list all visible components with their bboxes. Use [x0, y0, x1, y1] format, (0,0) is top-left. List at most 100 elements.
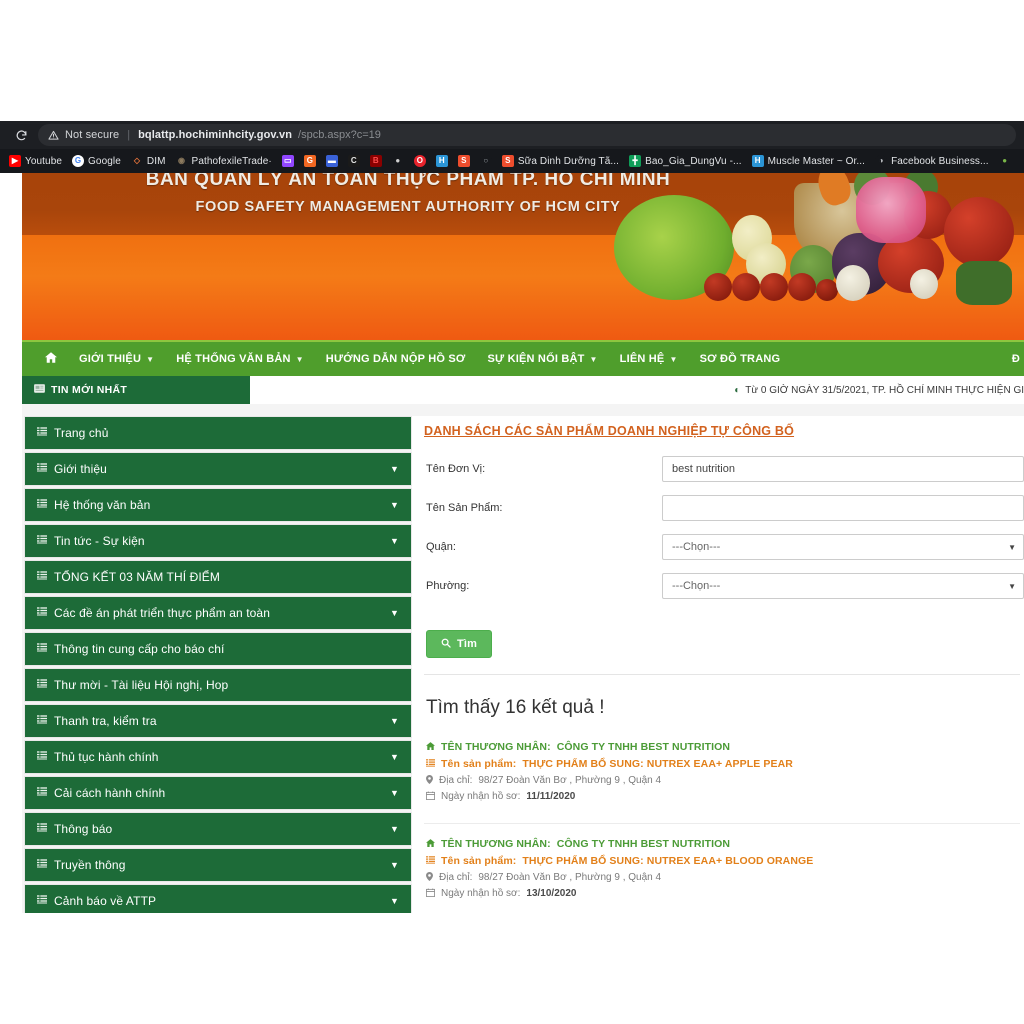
unit-name-input[interactable]: [662, 456, 1024, 482]
sidebar-item-label: Tin tức - Sự kiện: [54, 534, 145, 548]
bookmark-item[interactable]: ◑ Facebook Business...: [870, 151, 994, 171]
bookmark-item[interactable]: ●: [387, 151, 409, 171]
list-icon: [37, 751, 47, 763]
result-merchant-prefix: TÊN THƯƠNG NHÂN:: [441, 741, 551, 753]
reload-icon[interactable]: [8, 129, 34, 142]
sidebar-item[interactable]: Hệ thống văn bản ▼: [24, 488, 412, 522]
list-icon: [37, 787, 47, 799]
nav-item-home[interactable]: [34, 341, 68, 377]
nav-item[interactable]: SƠ ĐỒ TRANG: [689, 341, 792, 377]
browser-chrome: Not secure | bqlattp.hochiminhcity.gov.v…: [0, 121, 1024, 173]
bookmark-item[interactable]: S: [453, 151, 475, 171]
sidebar-item[interactable]: Trang chủ: [24, 416, 412, 450]
bookmark-item[interactable]: ▬: [321, 151, 343, 171]
map-pin-icon: [426, 775, 433, 786]
map-pin-icon: [426, 872, 433, 883]
bookmark-item[interactable]: H Muscle Master ~ Or...: [747, 151, 870, 171]
product-name-input[interactable]: [662, 495, 1024, 521]
bookmark-item[interactable]: O: [409, 151, 431, 171]
sidebar-item[interactable]: Thanh tra, kiểm tra ▼: [24, 704, 412, 738]
district-select[interactable]: ---Chọn--- ▼: [662, 534, 1024, 560]
sidebar-item[interactable]: Giới thiệu ▼: [24, 452, 412, 486]
sidebar-item[interactable]: Thông báo ▼: [24, 812, 412, 846]
nav-item-right-edge[interactable]: Đ: [1001, 341, 1024, 377]
list-icon: [37, 715, 47, 727]
result-item[interactable]: TÊN THƯƠNG NHÂN: CÔNG TY TNHH BEST NUTRIT…: [422, 834, 1024, 910]
bookmark-label: Bao_Gia_DungVu -...: [645, 155, 742, 167]
result-date-prefix: Ngày nhận hồ sơ:: [441, 888, 521, 899]
sidebar-item[interactable]: Cải cách hành chính ▼: [24, 776, 412, 810]
district-selected-value: ---Chọn---: [672, 541, 721, 553]
list-icon: [37, 427, 47, 439]
form-row-product-name: Tên Sản Phẩm:: [422, 495, 1024, 521]
nav-item[interactable]: SỰ KIỆN NỔI BẬT ▼: [476, 341, 608, 377]
bookmark-item[interactable]: G: [299, 151, 321, 171]
home-icon: [426, 742, 435, 752]
page-title: DANH SÁCH CÁC SẢN PHẨM DOANH NGHIỆP TỰ C…: [424, 424, 795, 438]
chevron-down-icon: ▼: [389, 716, 399, 726]
chevron-down-icon: ▼: [295, 354, 304, 364]
warning-triangle-icon: [48, 130, 59, 141]
bookmark-item[interactable]: ●: [994, 151, 1016, 171]
bookmark-item[interactable]: S Sữa Dinh Dưỡng Tã...: [497, 151, 624, 171]
nav-item[interactable]: HƯỚNG DẪN NỘP HỒ SƠ: [315, 341, 477, 377]
bookmark-item[interactable]: ╋ Bao_Gia_DungVu -...: [624, 151, 747, 171]
sidebar-item[interactable]: Tin tức - Sự kiện ▼: [24, 524, 412, 558]
list-icon: [37, 607, 47, 619]
nav-item-label: SƠ ĐỒ TRANG: [699, 353, 781, 365]
omnibox[interactable]: Not secure | bqlattp.hochiminhcity.gov.v…: [38, 124, 1016, 146]
chevron-down-icon: ▼: [389, 464, 399, 474]
calendar-icon: [426, 888, 435, 899]
form-row-unit-name: Tên Đơn Vị:: [422, 456, 1024, 482]
sidebar-item-label: Thông báo: [54, 822, 113, 836]
nav-item[interactable]: LIÊN HỆ ▼: [609, 341, 689, 377]
sidebar-item[interactable]: Cảnh báo về ATTP ▼: [24, 884, 412, 913]
opera-icon: O: [413, 155, 426, 167]
ward-select[interactable]: ---Chọn--- ▼: [662, 573, 1024, 599]
sidebar-item[interactable]: Thủ tục hành chính ▼: [24, 740, 412, 774]
bookmark-label: Muscle Master ~ Or...: [767, 155, 866, 167]
nav-item[interactable]: GIỚI THIỆU ▼: [68, 341, 165, 377]
sidebar-item[interactable]: Các đề án phát triển thực phẩm an toàn ▼: [24, 596, 412, 630]
bookmark-item[interactable]: H: [431, 151, 453, 171]
result-date-line: Ngày nhận hồ sơ: 11/11/2020: [426, 791, 1020, 802]
result-merchant-name: CÔNG TY TNHH BEST NUTRITION: [556, 838, 731, 850]
result-item[interactable]: TÊN THƯƠNG NHÂN: CÔNG TY TNHH BEST NUTRIT…: [422, 737, 1024, 813]
product-name-label: Tên Sản Phẩm:: [426, 502, 503, 514]
result-product-prefix: Tên sản phẩm:: [441, 758, 517, 770]
list-icon: [426, 856, 435, 866]
bookmark-item[interactable]: ▶ Youtube: [4, 151, 67, 171]
chevron-down-icon: ▼: [146, 354, 155, 364]
bookmark-item[interactable]: B: [365, 151, 387, 171]
home-icon: [426, 839, 435, 849]
chevron-down-icon: ▼: [589, 354, 598, 364]
sidebar-item[interactable]: Thư mời - Tài liệu Hội nghị, Hop: [24, 668, 412, 702]
bookmark-item[interactable]: G Google: [67, 151, 126, 171]
sidebar-item-label: Giới thiệu: [54, 462, 107, 476]
main-content: DANH SÁCH CÁC SẢN PHẨM DOANH NGHIỆP TỰ C…: [412, 416, 1024, 913]
sidebar-item[interactable]: Thông tin cung cấp cho báo chí: [24, 632, 412, 666]
bookmark-item[interactable]: ◇ DIM: [126, 151, 171, 171]
magnifier-icon: [441, 638, 451, 651]
search-button[interactable]: Tìm: [426, 630, 493, 658]
sidebar-item[interactable]: TỔNG KẾT 03 NĂM THÍ ĐIỂM: [24, 560, 412, 594]
ticker-tag: TIN MỚI NHẤT: [22, 376, 250, 404]
bookmark-item[interactable]: ◉ PathofexileTrade·: [171, 151, 277, 171]
twitch-icon: ▭: [281, 155, 294, 167]
news-icon: [34, 384, 45, 396]
sidebar-menu: Trang chủ Giới thiệu ▼ Hệ thống văn bản ▼ Tin…: [22, 416, 412, 913]
ward-selected-value: ---Chọn---: [672, 580, 721, 592]
sidebar-item[interactable]: Truyền thông ▼: [24, 848, 412, 882]
bookmark-item[interactable]: ○: [475, 151, 497, 171]
sidebar-item-label: Truyền thông: [54, 858, 126, 872]
list-icon: [37, 535, 47, 547]
result-merchant-name: CÔNG TY TNHH BEST NUTRITION: [556, 741, 731, 753]
url-path: /spcb.aspx?c=19: [298, 129, 381, 141]
bookmark-item[interactable]: C: [343, 151, 365, 171]
result-date-prefix: Ngày nhận hồ sơ:: [441, 791, 521, 802]
nav-item[interactable]: HỆ THỐNG VĂN BẢN ▼: [165, 341, 315, 377]
home-icon: [45, 352, 57, 366]
bookmark-item[interactable]: ▭: [277, 151, 299, 171]
green-app-icon: ●: [998, 155, 1011, 167]
chevron-down-icon: ▼: [389, 752, 399, 762]
